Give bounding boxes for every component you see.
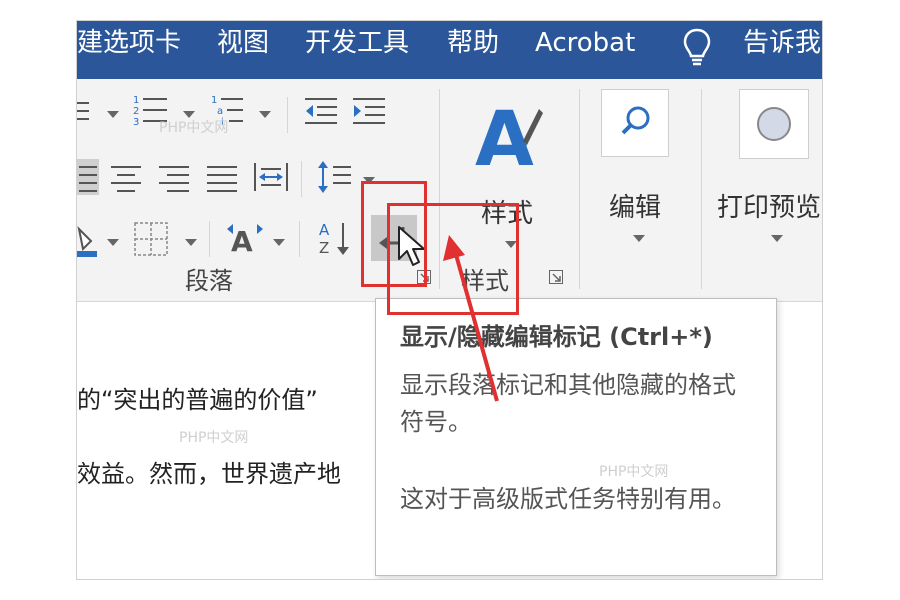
annotation-arrow	[77, 21, 822, 579]
word-window: 建选项卡 视图 开发工具 帮助 Acrobat 告诉我 123 1ai A A …	[76, 20, 823, 580]
